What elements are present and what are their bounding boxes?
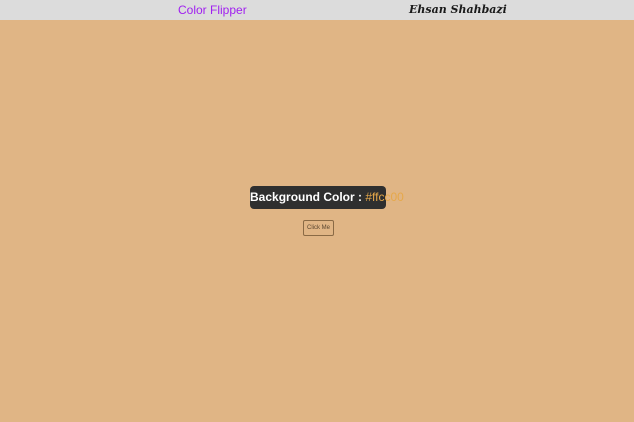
- main-area: Background Color : #ffcc00 Click Me: [0, 20, 634, 422]
- color-flipper-link[interactable]: Color Flipper: [178, 2, 247, 18]
- background-color-value: #ffcc00: [365, 190, 404, 204]
- author-name: Ehsan Shahbazi: [409, 3, 507, 16]
- background-color-label-text: Background Color :: [250, 190, 366, 204]
- background-color-label: Background Color : #ffcc00: [250, 186, 404, 209]
- navbar: Color Flipper Ehsan Shahbazi: [0, 0, 634, 20]
- click-me-button[interactable]: Click Me: [303, 220, 334, 236]
